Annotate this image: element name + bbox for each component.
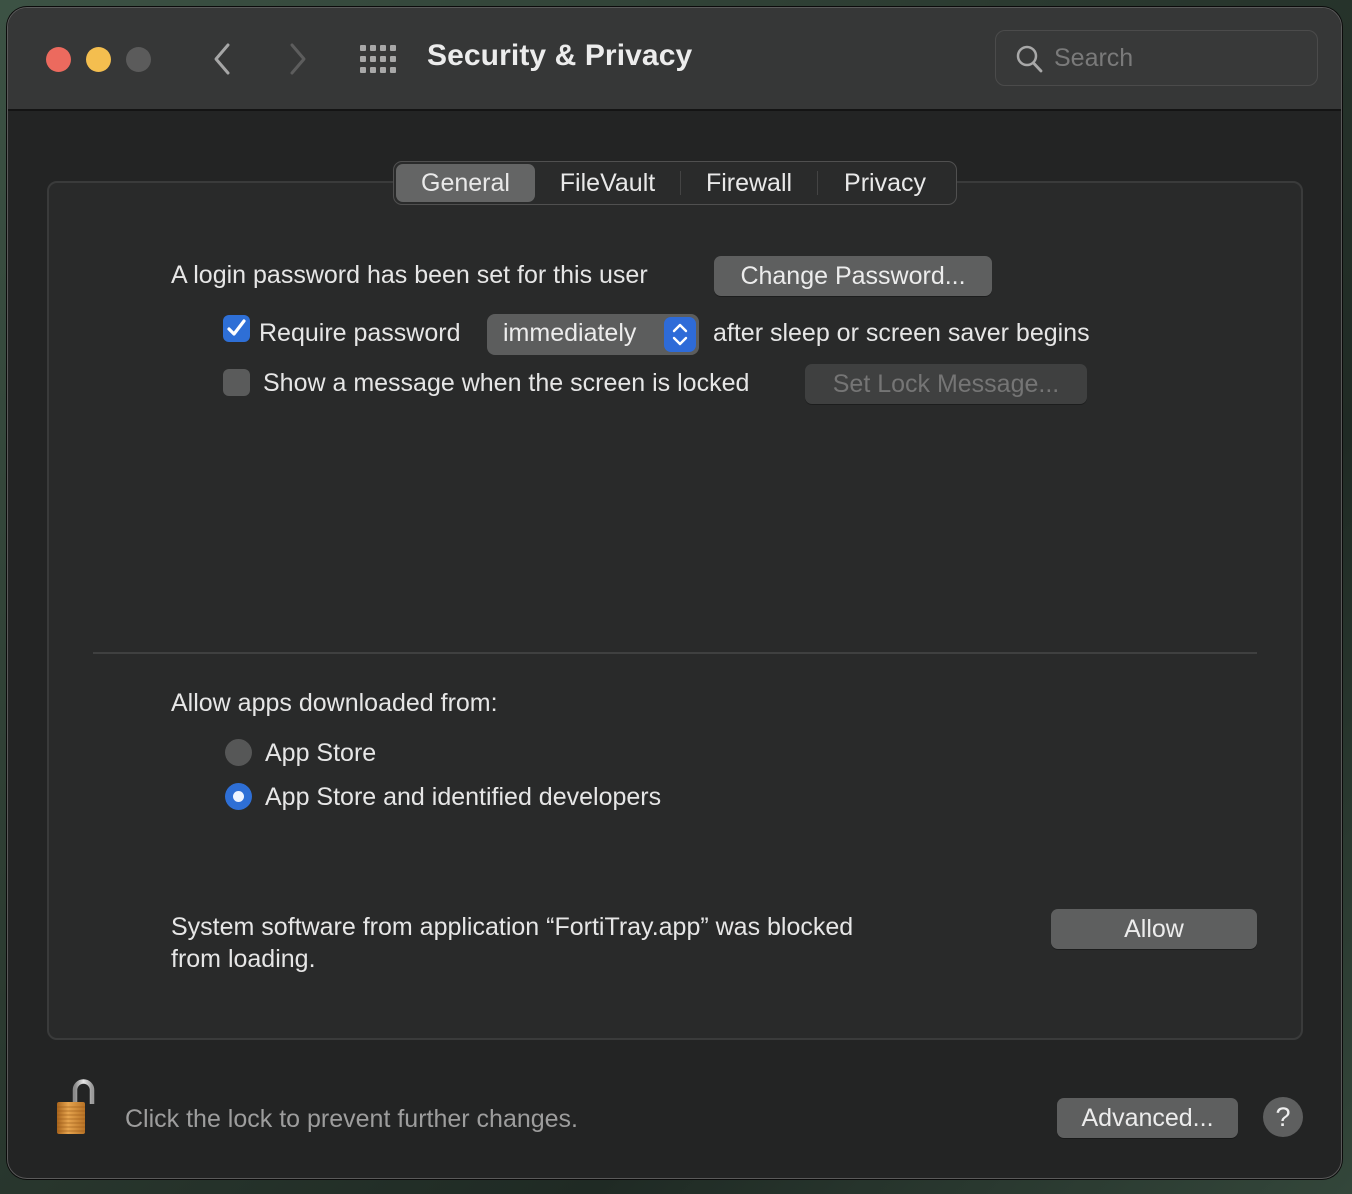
login-password-label: A login password has been set for this u…	[171, 261, 648, 289]
lock-status-text: Click the lock to prevent further change…	[125, 1105, 579, 1133]
require-password-suffix: after sleep or screen saver begins	[713, 319, 1090, 347]
require-password-delay-popup[interactable]: immediately	[487, 314, 699, 355]
radio-app-store-identified-developers[interactable]	[225, 783, 252, 810]
set-lock-message-button[interactable]: Set Lock Message...	[805, 364, 1087, 404]
require-password-label: Require password	[259, 319, 461, 347]
chevron-left-icon	[214, 43, 230, 75]
allow-button[interactable]: Allow	[1051, 909, 1257, 949]
tab-filevault[interactable]: FileVault	[535, 164, 680, 202]
show-lock-message-checkbox[interactable]	[223, 369, 250, 396]
back-button[interactable]	[208, 40, 238, 78]
tab-privacy[interactable]: Privacy	[818, 164, 952, 202]
security-privacy-window: Security & Privacy General FileVault Fir…	[7, 7, 1342, 1179]
change-password-button[interactable]: Change Password...	[714, 256, 992, 296]
radio-app-store[interactable]	[225, 739, 252, 766]
window-title: Security & Privacy	[427, 39, 693, 72]
search-icon	[1016, 45, 1043, 73]
show-lock-message-label: Show a message when the screen is locked	[263, 369, 750, 397]
forward-button[interactable]	[282, 40, 312, 78]
radio-app-store-label[interactable]: App Store	[265, 739, 376, 768]
search-input[interactable]	[1054, 41, 1304, 75]
minimize-window-button[interactable]	[86, 47, 111, 72]
section-divider	[93, 652, 1257, 654]
popup-selected-value: immediately	[503, 319, 637, 347]
tab-general[interactable]: General	[396, 164, 535, 202]
zoom-window-button[interactable]	[126, 47, 151, 72]
help-button[interactable]: ?	[1263, 1097, 1303, 1137]
radio-app-store-identified-developers-label[interactable]: App Store and identified developers	[265, 783, 661, 812]
blocked-software-message-line2: from loading.	[171, 945, 316, 973]
popup-stepper	[664, 317, 696, 352]
chevron-right-icon	[290, 43, 306, 75]
advanced-button[interactable]: Advanced...	[1057, 1098, 1238, 1138]
allow-apps-heading: Allow apps downloaded from:	[171, 689, 498, 717]
checkmark-icon	[227, 319, 246, 336]
blocked-software-message-line1: System software from application “FortiT…	[171, 913, 854, 941]
require-password-checkbox[interactable]	[223, 315, 250, 342]
unlocked-padlock-icon[interactable]	[55, 1078, 107, 1140]
tab-firewall[interactable]: Firewall	[681, 164, 817, 202]
title-bar: Security & Privacy	[8, 8, 1341, 111]
tab-bar: General FileVault Firewall Privacy	[393, 161, 957, 205]
search-field[interactable]	[995, 30, 1318, 86]
close-window-button[interactable]	[46, 47, 71, 72]
show-all-grid-icon[interactable]	[360, 45, 398, 75]
up-down-chevron-icon	[672, 323, 688, 346]
